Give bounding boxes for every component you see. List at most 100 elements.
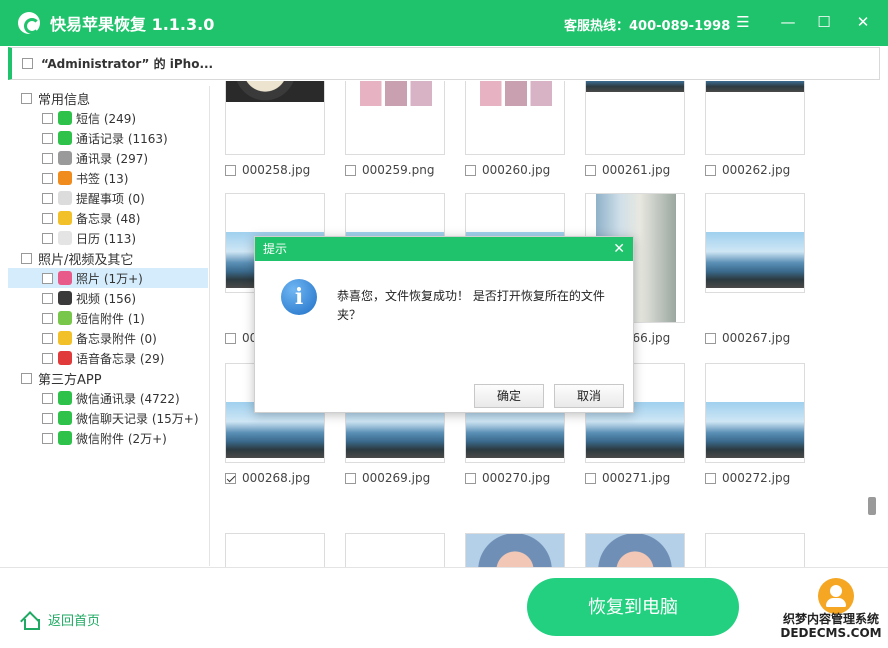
sidebar-item-label: 备忘录附件 (0) [76, 331, 157, 346]
sidebar-item[interactable]: 通话记录 (1163) [8, 128, 208, 148]
photo-filename: 000261.jpg [585, 163, 670, 177]
category-row[interactable]: 第三方APP [8, 368, 208, 388]
sidebar-item[interactable]: 微信聊天记录 (15万+) [8, 408, 208, 428]
item-checkbox[interactable] [42, 312, 53, 324]
photo-checkbox[interactable] [705, 332, 716, 344]
photo-filename-label: 000270.jpg [482, 471, 551, 485]
item-checkbox[interactable] [42, 132, 53, 144]
photo-image [226, 81, 324, 102]
photo-checkbox[interactable] [345, 472, 356, 484]
photo-checkbox[interactable] [345, 164, 356, 176]
photo-checkbox[interactable] [705, 472, 716, 484]
cancel-button[interactable]: 取消 [554, 384, 624, 408]
photo-image [586, 81, 684, 92]
photo-thumbnail[interactable] [705, 363, 805, 463]
item-checkbox[interactable] [42, 212, 53, 224]
photo-thumbnail[interactable] [345, 81, 445, 155]
photo-checkbox[interactable] [225, 472, 236, 484]
sidebar-item[interactable]: 备忘录附件 (0) [8, 328, 208, 348]
photo-checkbox[interactable] [225, 164, 236, 176]
category-sidebar: 常用信息短信 (249) 通话记录 (1163) 通讯录 (297) 书签 (13) 提… [8, 86, 210, 566]
category-checkbox[interactable] [21, 252, 32, 264]
sidebar-item[interactable]: 微信附件 (2万+) [8, 428, 208, 448]
menu-icon[interactable]: ☰ [733, 12, 753, 32]
item-checkbox[interactable] [42, 432, 53, 444]
watermark: 织梦内容管理系统 DEDECMS.COM [778, 612, 884, 642]
photo-thumbnail[interactable] [465, 81, 565, 155]
item-checkbox[interactable] [42, 352, 53, 364]
sidebar-item-label: 书签 (13) [76, 171, 129, 186]
sidebar-item[interactable]: 微信通讯录 (4722) [8, 388, 208, 408]
scrollbar-thumb[interactable] [868, 497, 876, 515]
sidebar-item[interactable]: 书签 (13) [8, 168, 208, 188]
back-home-link[interactable]: 返回首页 [20, 610, 100, 630]
photo-checkbox[interactable] [705, 164, 716, 176]
minimize-button[interactable]: — [778, 12, 798, 32]
item-checkbox[interactable] [42, 112, 53, 124]
calendar-icon [58, 231, 72, 245]
wechat-icon [58, 431, 72, 445]
item-checkbox[interactable] [42, 232, 53, 244]
photo-checkbox[interactable] [465, 164, 476, 176]
recover-to-computer-button[interactable]: 恢复到电脑 [527, 578, 739, 636]
photo-filename: 000262.jpg [705, 163, 790, 177]
hotline-text: 客服热线：400-089-1998 [564, 19, 731, 34]
item-checkbox[interactable] [42, 172, 53, 184]
sidebar-item-label: 日历 (113) [76, 231, 137, 246]
photo-filename: 000269.jpg [345, 471, 430, 485]
item-checkbox[interactable] [42, 412, 53, 424]
item-checkbox[interactable] [42, 152, 53, 164]
ok-button[interactable]: 确定 [474, 384, 544, 408]
dialog-close-icon[interactable]: ✕ [613, 237, 625, 261]
sidebar-item-label: 微信聊天记录 (15万+) [76, 411, 199, 426]
photo-thumbnail[interactable] [345, 533, 445, 567]
home-icon [20, 611, 40, 630]
sidebar-item[interactable]: 照片 (1万+) [8, 268, 208, 288]
sidebar-item[interactable]: 短信附件 (1) [8, 308, 208, 328]
photo-checkbox[interactable] [225, 332, 236, 344]
photo-image [466, 81, 564, 126]
photo-filename-label: 000262.jpg [722, 163, 791, 177]
category-checkbox[interactable] [21, 92, 32, 104]
maximize-button[interactable]: ☐ [814, 12, 834, 32]
photo-thumbnail[interactable] [585, 81, 685, 155]
photo-filename: 000259.png [345, 163, 434, 177]
item-checkbox[interactable] [42, 192, 53, 204]
photo-thumbnail[interactable] [705, 533, 805, 567]
close-button[interactable]: ✕ [853, 12, 873, 32]
device-checkbox[interactable] [22, 58, 33, 69]
category-checkbox[interactable] [21, 372, 32, 384]
watermark-line2: DEDECMS.COM [780, 626, 882, 640]
photo-thumbnail[interactable] [225, 81, 325, 155]
item-checkbox[interactable] [42, 272, 53, 284]
photo-thumbnail[interactable] [225, 533, 325, 567]
customer-service-icon[interactable] [818, 578, 854, 614]
photo-thumbnail[interactable] [585, 533, 685, 567]
app-title: 快易苹果恢复 1.1.3.0 [50, 15, 215, 34]
sidebar-item[interactable]: 备忘录 (48) [8, 208, 208, 228]
photo-checkbox[interactable] [585, 164, 596, 176]
sidebar-item[interactable]: 提醒事项 (0) [8, 188, 208, 208]
category-row[interactable]: 照片/视频及其它 [8, 248, 208, 268]
title-bar: 快易苹果恢复 1.1.3.0 客服热线：400-089-1998 ☰ — ☐ ✕ [0, 0, 888, 46]
sidebar-item-label: 微信通讯录 (4722) [76, 391, 180, 406]
sidebar-item[interactable]: 短信 (249) [8, 108, 208, 128]
sidebar-item[interactable]: 通讯录 (297) [8, 148, 208, 168]
item-checkbox[interactable] [42, 392, 53, 404]
photo-filename-label: 000261.jpg [602, 163, 671, 177]
photo-checkbox[interactable] [465, 472, 476, 484]
photo-thumbnail[interactable] [465, 533, 565, 567]
contacts-icon [58, 151, 72, 165]
item-checkbox[interactable] [42, 332, 53, 344]
sidebar-item[interactable]: 视频 (156) [8, 288, 208, 308]
item-checkbox[interactable] [42, 292, 53, 304]
sidebar-item[interactable]: 语音备忘录 (29) [8, 348, 208, 368]
photo-thumbnail[interactable] [705, 193, 805, 293]
sidebar-item[interactable]: 日历 (113) [8, 228, 208, 248]
reminder-icon [58, 191, 72, 205]
photo-checkbox[interactable] [585, 472, 596, 484]
photo-thumbnail[interactable] [705, 81, 805, 155]
message-icon [58, 111, 72, 125]
sidebar-item-label: 短信 (249) [76, 111, 137, 126]
category-row[interactable]: 常用信息 [8, 88, 208, 108]
